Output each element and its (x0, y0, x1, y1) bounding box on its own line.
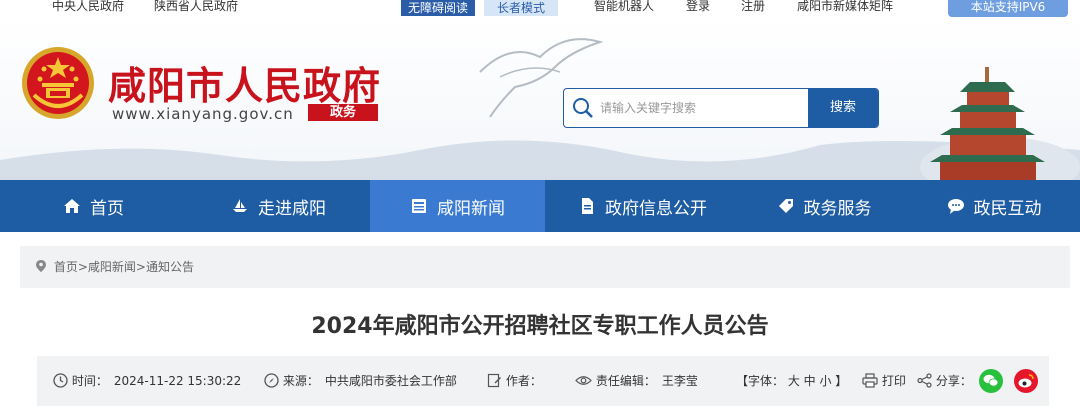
meta-time: 时间： 2024-11-22 15:30:22 (53, 373, 241, 389)
share-label: 分享： (935, 374, 972, 388)
edit-icon (487, 373, 501, 388)
share-section: 分享： (917, 373, 972, 389)
search-button[interactable]: 搜索 (808, 89, 878, 127)
eye-icon (575, 376, 592, 385)
link-shaanxi-government[interactable]: 陕西省人民政府 (154, 0, 238, 14)
nav-item-services[interactable]: 政务服务 (740, 180, 908, 232)
nav-label: 政府信息公开 (605, 198, 707, 219)
search-bar: 搜索 (563, 88, 879, 128)
compass-icon (264, 373, 279, 388)
print-label: 打印 (881, 374, 906, 388)
share-wechat-button[interactable] (979, 369, 1003, 393)
site-tag: 政务 (308, 104, 378, 121)
nav-item-interaction[interactable]: 政民互动 (908, 180, 1080, 232)
tower-decoration (920, 67, 1080, 180)
site-url: www.xianyang.gov.cn (112, 105, 294, 123)
top-bar: 中央人民政府 陕西省人民政府 无障碍阅读 长者模式 智能机器人 登录 注册 咸阳… (0, 0, 1080, 16)
time-label: 时间： (71, 374, 108, 388)
author-label: 作者： (505, 374, 542, 388)
nav-item-about[interactable]: 走进咸阳 (187, 180, 370, 232)
meta-editor: 责任编辑： 王李莹 (575, 373, 698, 389)
location-pin-icon (36, 260, 46, 272)
accessibility-button[interactable]: 无障碍阅读 (401, 0, 476, 16)
editor-label: 责任编辑： (595, 374, 656, 388)
breadcrumb-path[interactable]: 首页>咸阳新闻>通知公告 (54, 260, 194, 274)
wechat-icon (983, 374, 999, 387)
site-title: 咸阳市人民政府 (108, 63, 382, 108)
weibo-icon (1018, 374, 1034, 388)
home-icon (64, 199, 80, 213)
share-icon (917, 373, 932, 388)
nav-label: 咸阳新闻 (437, 198, 505, 219)
elder-mode-button[interactable]: 长者模式 (484, 0, 559, 16)
site-header: 咸阳市人民政府 www.xianyang.gov.cn 政务 搜索 (0, 17, 1080, 180)
time-value: 2024-11-22 15:30:22 (113, 374, 242, 388)
document-icon (582, 198, 593, 214)
login-link[interactable]: 登录 (686, 0, 710, 14)
nav-label: 政务服务 (803, 198, 872, 219)
printer-icon (862, 373, 878, 388)
editor-value: 王李莹 (661, 374, 698, 388)
news-icon (412, 199, 426, 213)
meta-source: 来源： 中共咸阳市委社会工作部 (264, 373, 457, 389)
nav-item-info-disclosure[interactable]: 政府信息公开 (545, 180, 740, 232)
share-weibo-button[interactable] (1014, 369, 1038, 393)
nav-item-news[interactable]: 咸阳新闻 (370, 180, 545, 232)
boat-icon (233, 199, 247, 212)
tag-icon (778, 199, 793, 213)
source-label: 来源： (282, 374, 319, 388)
robot-link[interactable]: 智能机器人 (594, 0, 654, 14)
nav-label: 政民互动 (973, 198, 1042, 219)
nav-label: 走进咸阳 (258, 198, 326, 219)
nav-label: 首页 (90, 198, 124, 219)
national-emblem-icon (22, 47, 94, 119)
chat-icon (947, 199, 964, 214)
clock-icon (53, 373, 68, 388)
meta-author: 作者： (487, 373, 542, 389)
article-title: 2024年咸阳市公开招聘社区专职工作人员公告 (311, 314, 769, 339)
ipv6-badge[interactable]: 本站支持IPV6 (948, 0, 1068, 17)
breadcrumb: 首页>咸阳新闻>通知公告 (20, 246, 1070, 288)
media-matrix-link[interactable]: 咸阳市新媒体矩阵 (797, 0, 893, 14)
main-navigation: 首页 走进咸阳 咸阳新闻 政府信息公开 政务服务 政民互动 (0, 180, 1080, 232)
source-value: 中共咸阳市委社会工作部 (324, 374, 457, 388)
nav-item-home[interactable]: 首页 (0, 180, 187, 232)
link-central-government[interactable]: 中央人民政府 (52, 0, 124, 14)
font-size-control[interactable]: 【字体： 大 中 小 】 (736, 373, 847, 389)
search-icon (573, 98, 593, 118)
register-link[interactable]: 注册 (741, 0, 765, 14)
article-meta: 时间： 2024-11-22 15:30:22 来源： 中共咸阳市委社会工作部 作者… (37, 356, 1049, 406)
search-input[interactable] (600, 89, 806, 127)
print-button[interactable]: 打印 (862, 373, 906, 389)
